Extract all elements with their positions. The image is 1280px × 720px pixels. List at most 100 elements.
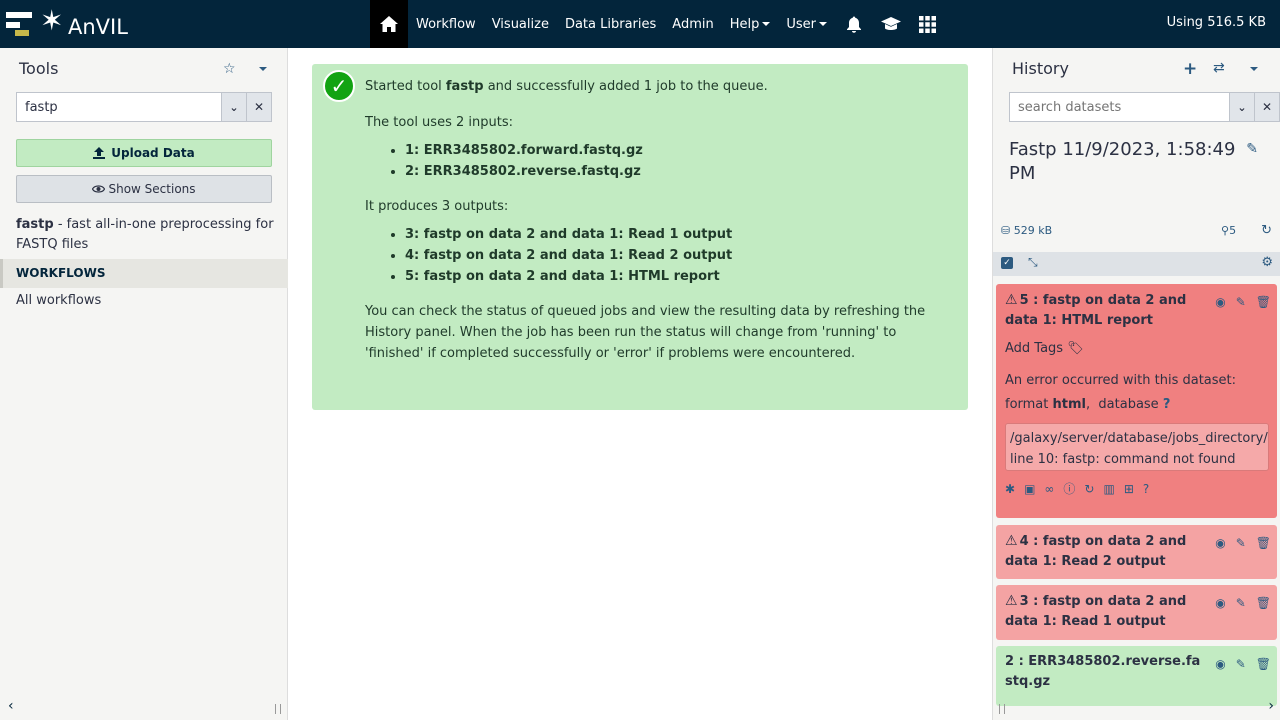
- upload-data-button[interactable]: Upload Data: [16, 139, 272, 167]
- error-log-line: /galaxy/server/database/jobs_directory/0…: [1010, 431, 1269, 446]
- resize-handle[interactable]: [275, 704, 281, 714]
- history-size[interactable]: ⛁ 529 kB: [1001, 224, 1052, 237]
- link-icon[interactable]: ∞: [1044, 479, 1054, 501]
- nav-user[interactable]: User: [778, 0, 835, 48]
- dataset-item[interactable]: ⚠ 3 : fastp on data 2 and data 1: Read 1 …: [996, 585, 1277, 640]
- nav-admin[interactable]: Admin: [664, 0, 721, 48]
- upload-data-label: Upload Data: [111, 146, 195, 160]
- tool-search-input[interactable]: [17, 93, 221, 121]
- chevron-down-icon: [762, 22, 771, 26]
- tool-panel: Tools ☆ ⌄ ✕ Upload Data Show Sections fa…: [0, 48, 288, 720]
- dataset-actions: ◉ ✎ 🗑: [1215, 292, 1271, 312]
- clear-search-button[interactable]: ✕: [246, 93, 271, 121]
- save-icon[interactable]: ▣: [1024, 479, 1035, 501]
- close-icon: ✕: [1261, 100, 1273, 114]
- bell-icon: [846, 16, 861, 33]
- info-icon[interactable]: ⓘ: [1063, 479, 1075, 501]
- format-line: format html, database ?: [1005, 397, 1171, 412]
- dataset-tool-icons: ✱ ▣ ∞ ⓘ ↻ ▥ ⊞ ?: [1005, 479, 1269, 501]
- show-sections-button[interactable]: Show Sections: [16, 175, 272, 203]
- question-icon[interactable]: ?: [1143, 479, 1149, 501]
- nav-help-label: Help: [729, 16, 760, 32]
- history-search-input[interactable]: [1010, 93, 1229, 121]
- dataset-error-info: An error occurred with this dataset: for…: [1005, 369, 1269, 417]
- dataset-item[interactable]: ⚠ 5 : fastp on data 2 and data 1: HTML re…: [996, 284, 1277, 518]
- plus-icon[interactable]: +: [1183, 59, 1197, 79]
- error-log-line: line 10: fastp: command not found: [1010, 452, 1236, 467]
- nav-workflow-label: Workflow: [416, 16, 476, 32]
- history-menu-caret-icon[interactable]: [1250, 67, 1258, 71]
- pencil-icon[interactable]: ✎: [1236, 593, 1246, 613]
- map-marker-icon: ⚲: [1221, 224, 1230, 237]
- advanced-search-toggle[interactable]: ⌄: [221, 93, 246, 121]
- tool-result-fastp[interactable]: fastp - fast all-in-one preprocessing fo…: [16, 215, 276, 255]
- dataset-item[interactable]: ⚠ 4 : fastp on data 2 and data 1: Read 2 …: [996, 525, 1277, 579]
- message-intro: Started tool fastp and successfully adde…: [365, 76, 948, 97]
- gear-icon[interactable]: ⚙: [1261, 255, 1273, 270]
- history-advanced-search-toggle[interactable]: ⌄: [1229, 93, 1254, 121]
- add-tags-button[interactable]: Add Tags 🏷: [1005, 339, 1269, 359]
- pencil-icon[interactable]: ✎: [1236, 533, 1246, 553]
- rerun-icon[interactable]: ↻: [1084, 479, 1094, 501]
- collapse-right-panel-icon[interactable]: ›: [1268, 698, 1274, 714]
- dataset-title[interactable]: ⚠ 4 : fastp on data 2 and data 1: Read 2 …: [1005, 531, 1205, 572]
- bug-icon[interactable]: ✱: [1005, 479, 1015, 501]
- collapse-left-panel-icon[interactable]: ‹: [8, 698, 14, 714]
- sitemap-icon[interactable]: ⊞: [1124, 479, 1134, 501]
- brand-logo[interactable]: ✶ AnVIL: [6, 7, 128, 39]
- history-search: ⌄ ✕: [1009, 92, 1280, 122]
- history-dataset-count[interactable]: ⚲5: [1221, 224, 1236, 237]
- tool-panel-menu-caret-icon[interactable]: [259, 67, 267, 71]
- eye-icon[interactable]: ◉: [1215, 292, 1225, 312]
- dataset-title[interactable]: 2 : ERR3485802.reverse.fastq.gz: [1005, 652, 1205, 692]
- history-size-value: 529 kB: [1013, 224, 1053, 237]
- double-chevron-down-icon: ⌄: [1237, 100, 1247, 114]
- history-count-value: 5: [1229, 224, 1237, 237]
- pencil-icon[interactable]: ✎: [1236, 292, 1246, 312]
- nav-data-libraries[interactable]: Data Libraries: [557, 0, 664, 48]
- database-icon: ⛁: [1001, 224, 1011, 237]
- resize-handle[interactable]: [999, 704, 1005, 714]
- dataset-title[interactable]: ⚠ 3 : fastp on data 2 and data 1: Read 1 …: [1005, 591, 1205, 632]
- all-workflows-link[interactable]: All workflows: [16, 293, 101, 308]
- home-button[interactable]: [370, 0, 408, 48]
- output-item: 3: fastp on data 2 and data 1: Read 1 ou…: [405, 224, 948, 245]
- graduation-cap-icon: [880, 17, 901, 30]
- output-item: 4: fastp on data 2 and data 1: Read 2 ou…: [405, 245, 948, 266]
- trash-icon[interactable]: 🗑: [1256, 292, 1271, 312]
- quota-usage[interactable]: Using 516.5 KB: [1167, 15, 1266, 30]
- history-panel-title: History: [1012, 59, 1069, 78]
- format-label: format: [1005, 397, 1049, 412]
- pencil-icon[interactable]: ✎: [1246, 141, 1258, 157]
- training-button[interactable]: [872, 0, 909, 48]
- nav-help[interactable]: Help: [722, 0, 779, 48]
- tool-name: fastp: [16, 217, 54, 232]
- trash-icon[interactable]: 🗑: [1256, 533, 1271, 553]
- center-panel: ✓ Started tool fastp and successfully ad…: [288, 48, 992, 720]
- pencil-icon[interactable]: ✎: [1236, 654, 1246, 674]
- dataset-item[interactable]: 2 : ERR3485802.reverse.fastq.gz ◉ ✎ 🗑: [996, 646, 1277, 706]
- history-clear-search-button[interactable]: ✕: [1254, 93, 1279, 121]
- eye-icon[interactable]: ◉: [1215, 654, 1225, 674]
- add-tags-label: Add Tags: [1005, 341, 1064, 356]
- compress-icon[interactable]: ⤡: [1028, 255, 1038, 270]
- database-value[interactable]: ?: [1163, 397, 1171, 412]
- notifications-button[interactable]: [835, 0, 872, 48]
- star-icon[interactable]: ☆: [223, 61, 236, 77]
- eye-icon[interactable]: ◉: [1215, 593, 1225, 613]
- chart-icon[interactable]: ▥: [1103, 479, 1114, 501]
- switch-history-icon[interactable]: ⇄: [1213, 60, 1225, 76]
- eye-icon[interactable]: ◉: [1215, 533, 1225, 553]
- nav-workflow[interactable]: Workflow: [408, 0, 484, 48]
- apps-button[interactable]: [909, 0, 946, 48]
- dataset-title[interactable]: ⚠ 5 : fastp on data 2 and data 1: HTML re…: [1005, 290, 1205, 331]
- tags-icon: 🏷: [1067, 341, 1084, 356]
- trash-icon[interactable]: 🗑: [1256, 593, 1271, 613]
- select-items-icon[interactable]: ✓: [1001, 257, 1013, 269]
- checkmark-icon: ✓: [323, 70, 355, 102]
- nav-visualize[interactable]: Visualize: [484, 0, 557, 48]
- chevron-down-icon: [819, 22, 827, 26]
- refresh-icon[interactable]: ↻: [1261, 223, 1272, 238]
- trash-icon[interactable]: 🗑: [1256, 654, 1271, 674]
- outputs-heading: It produces 3 outputs:: [365, 199, 509, 214]
